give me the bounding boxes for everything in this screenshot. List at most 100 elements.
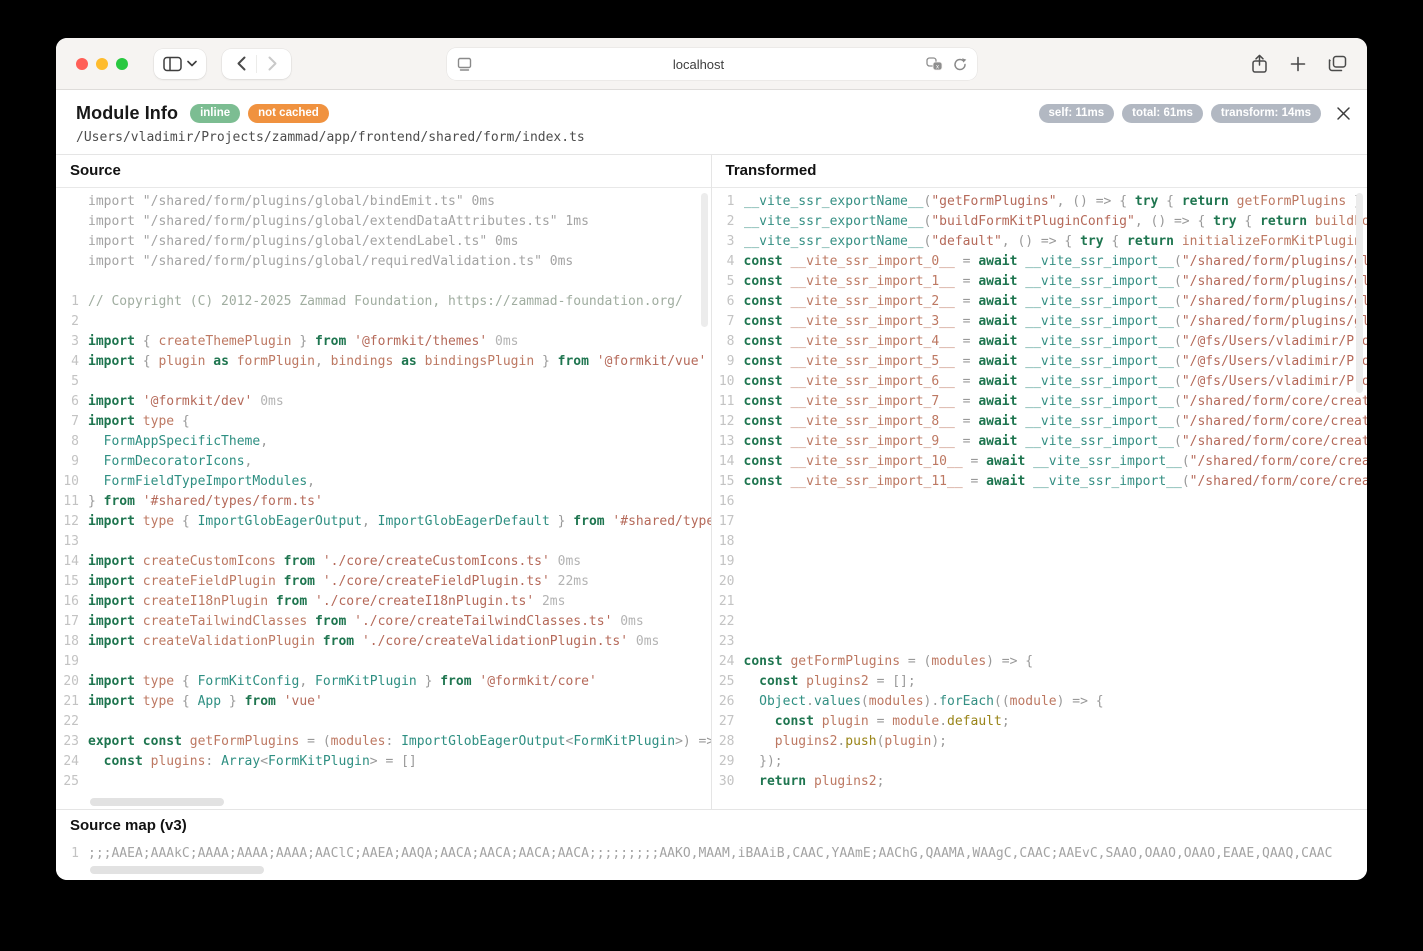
code-line: 29 });: [712, 752, 1368, 772]
import-link-line[interactable]: import "/shared/form/plugins/global/requ…: [56, 252, 711, 272]
import-link-line[interactable]: import "/shared/form/plugins/global/exte…: [56, 232, 711, 252]
back-button[interactable]: [226, 49, 256, 79]
line-number: 3: [56, 332, 88, 352]
line-number: 24: [56, 752, 88, 772]
code-line: 27 const plugin = module.default;: [712, 712, 1368, 732]
sourcemap-section: Source map (v3) 1;;;AAEA;AAAkC;AAAA;AAAA…: [56, 809, 1367, 880]
code-line: 8 FormAppSpecificTheme,: [56, 432, 711, 452]
line-number: 14: [56, 552, 88, 572]
line-number: 8: [56, 432, 88, 452]
import-link-line[interactable]: import "/shared/form/plugins/global/bind…: [56, 192, 711, 212]
line-number: 17: [712, 512, 744, 532]
line-number: 22: [712, 612, 744, 632]
code-line: 20: [712, 572, 1368, 592]
transformed-pane: Transformed 1__vite_ssr_exportName__("ge…: [712, 155, 1368, 809]
status-badge: not cached: [248, 104, 329, 123]
close-window-button[interactable]: [76, 58, 88, 70]
line-number: 12: [56, 512, 88, 532]
code-line: 24const getFormPlugins = (modules) => {: [712, 652, 1368, 672]
line-number: 7: [56, 412, 88, 432]
line-number: 28: [712, 732, 744, 752]
line-number: 25: [712, 672, 744, 692]
code-line: 16: [712, 492, 1368, 512]
line-number: 2: [712, 212, 744, 232]
sidebar-icon[interactable]: [163, 56, 182, 72]
line-number: 13: [712, 432, 744, 452]
line-number: 21: [712, 592, 744, 612]
line-number: 3: [712, 232, 744, 252]
toolbar-right-buttons: [1251, 54, 1347, 74]
chevron-down-icon[interactable]: [187, 60, 197, 67]
tab-overview-icon[interactable]: [1328, 55, 1347, 72]
line-number: 21: [56, 692, 88, 712]
code-line: 1;;;AAEA;AAAkC;AAAA;AAAA;AAAA;AAClC;AAEA…: [56, 844, 1367, 864]
code-panes: Source import "/shared/form/plugins/glob…: [56, 154, 1367, 809]
new-tab-icon[interactable]: [1290, 56, 1306, 72]
share-icon[interactable]: [1251, 54, 1268, 74]
import-link-line[interactable]: import "/shared/form/plugins/global/exte…: [56, 212, 711, 232]
line-number: 11: [712, 392, 744, 412]
screen-background: localhost x: [0, 0, 1423, 951]
timing-badge: transform: 14ms: [1211, 104, 1321, 123]
code-line: 18import createValidationPlugin from './…: [56, 632, 711, 652]
line-number: 1: [56, 844, 88, 864]
sourcemap-title: Source map (v3): [56, 810, 1367, 840]
line-number: 5: [712, 272, 744, 292]
page-settings-icon[interactable]: [457, 57, 472, 71]
line-number: 23: [56, 732, 88, 752]
code-line: 19: [56, 652, 711, 672]
code-line: 15import createFieldPlugin from './core/…: [56, 572, 711, 592]
code-line: 12const __vite_ssr_import_8__ = await __…: [712, 412, 1368, 432]
code-line: 25 const plugins2 = [];: [712, 672, 1368, 692]
timing-badge: total: 61ms: [1122, 104, 1203, 123]
line-number: 24: [712, 652, 744, 672]
source-horizontal-scrollbar[interactable]: [90, 798, 224, 806]
line-number: [56, 232, 88, 252]
line-number: 18: [56, 632, 88, 652]
timing-badges: self: 11mstotal: 61mstransform: 14ms: [1039, 104, 1321, 123]
line-number: 30: [712, 772, 744, 792]
code-line: 1// Copyright (C) 2012-2025 Zammad Found…: [56, 292, 711, 312]
code-line: 17: [712, 512, 1368, 532]
close-panel-button[interactable]: [1336, 106, 1351, 121]
code-line: [56, 272, 711, 292]
sourcemap-horizontal-scrollbar[interactable]: [90, 866, 264, 874]
code-line: 8const __vite_ssr_import_4__ = await __v…: [712, 332, 1368, 352]
forward-button[interactable]: [257, 49, 287, 79]
code-line: 23: [712, 632, 1368, 652]
status-badge: inline: [190, 104, 240, 123]
line-number: 9: [56, 452, 88, 472]
line-number: 23: [712, 632, 744, 652]
translate-icon[interactable]: x: [926, 57, 943, 71]
code-line: 2__vite_ssr_exportName__("buildFormKitPl…: [712, 212, 1368, 232]
minimize-window-button[interactable]: [96, 58, 108, 70]
code-line: 4const __vite_ssr_import_0__ = await __v…: [712, 252, 1368, 272]
address-bar[interactable]: localhost x: [447, 48, 977, 80]
line-number: 6: [712, 292, 744, 312]
line-number: 4: [712, 252, 744, 272]
transformed-vertical-scrollbar[interactable]: [1356, 193, 1363, 393]
line-number: 1: [712, 192, 744, 212]
browser-toolbar: localhost x: [56, 38, 1367, 90]
line-number: 4: [56, 352, 88, 372]
code-line: 24 const plugins: Array<FormKitPlugin> =…: [56, 752, 711, 772]
line-number: 8: [712, 332, 744, 352]
code-line: 21: [712, 592, 1368, 612]
source-vertical-scrollbar[interactable]: [701, 193, 708, 327]
reload-icon[interactable]: [953, 57, 967, 72]
maximize-window-button[interactable]: [116, 58, 128, 70]
code-line: 13: [56, 532, 711, 552]
line-number: 20: [712, 572, 744, 592]
code-line: 6import '@formkit/dev' 0ms: [56, 392, 711, 412]
module-info-header: Module Info inlinenot cached self: 11mst…: [56, 90, 1367, 154]
code-line: 22: [56, 712, 711, 732]
code-line: 17import createTailwindClasses from './c…: [56, 612, 711, 632]
code-line: 14import createCustomIcons from './core/…: [56, 552, 711, 572]
line-number: 19: [56, 652, 88, 672]
line-number: 10: [56, 472, 88, 492]
line-number: 20: [56, 672, 88, 692]
line-number: 7: [712, 312, 744, 332]
code-line: 10const __vite_ssr_import_6__ = await __…: [712, 372, 1368, 392]
line-number: 12: [712, 412, 744, 432]
code-line: 16import createI18nPlugin from './core/c…: [56, 592, 711, 612]
